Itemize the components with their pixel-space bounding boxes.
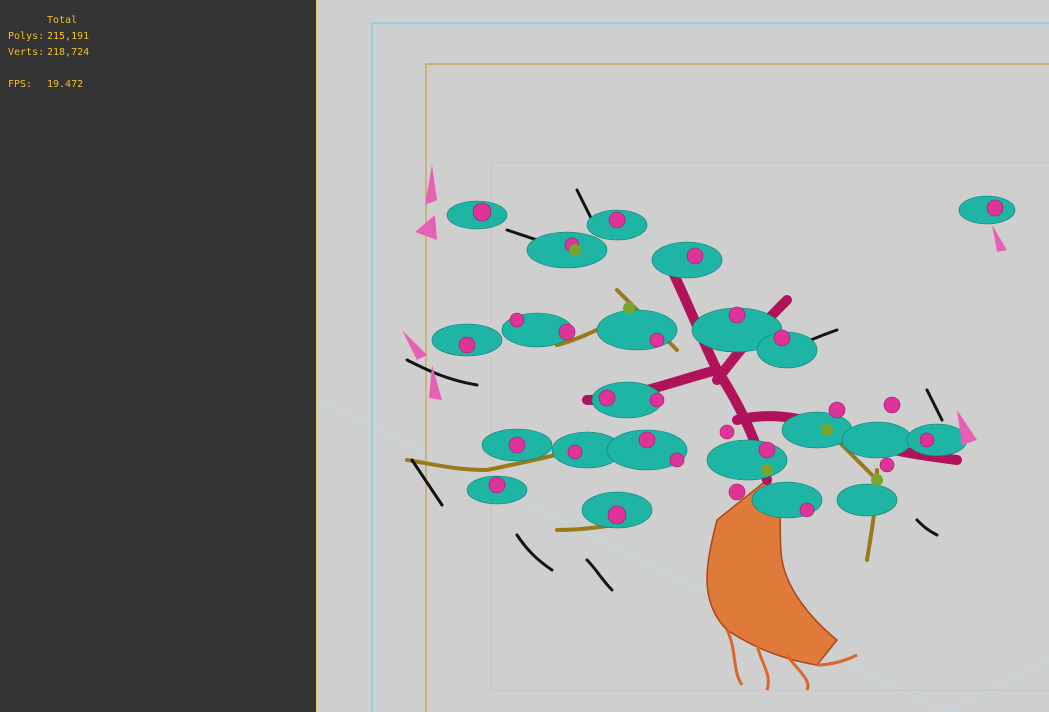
stats-panel: Total Polys: 215,191 Verts: 218,724 FPS:… bbox=[0, 0, 316, 712]
fps-label: FPS: bbox=[8, 79, 33, 90]
polys-label: Polys: bbox=[8, 31, 45, 42]
grid-line bbox=[946, 659, 1049, 712]
fps-value: 19.472 bbox=[47, 79, 84, 90]
verts-value: 218,724 bbox=[47, 47, 90, 58]
polys-value: 215,191 bbox=[47, 31, 90, 42]
bonsai-tree-model[interactable] bbox=[402, 165, 1016, 691]
leaf-clusters bbox=[431, 195, 1016, 529]
stats-header: Total bbox=[47, 15, 78, 26]
perspective-viewport[interactable] bbox=[316, 0, 1049, 712]
viewport-canvas[interactable] bbox=[317, 0, 1049, 712]
verts-label: Verts: bbox=[8, 47, 45, 58]
